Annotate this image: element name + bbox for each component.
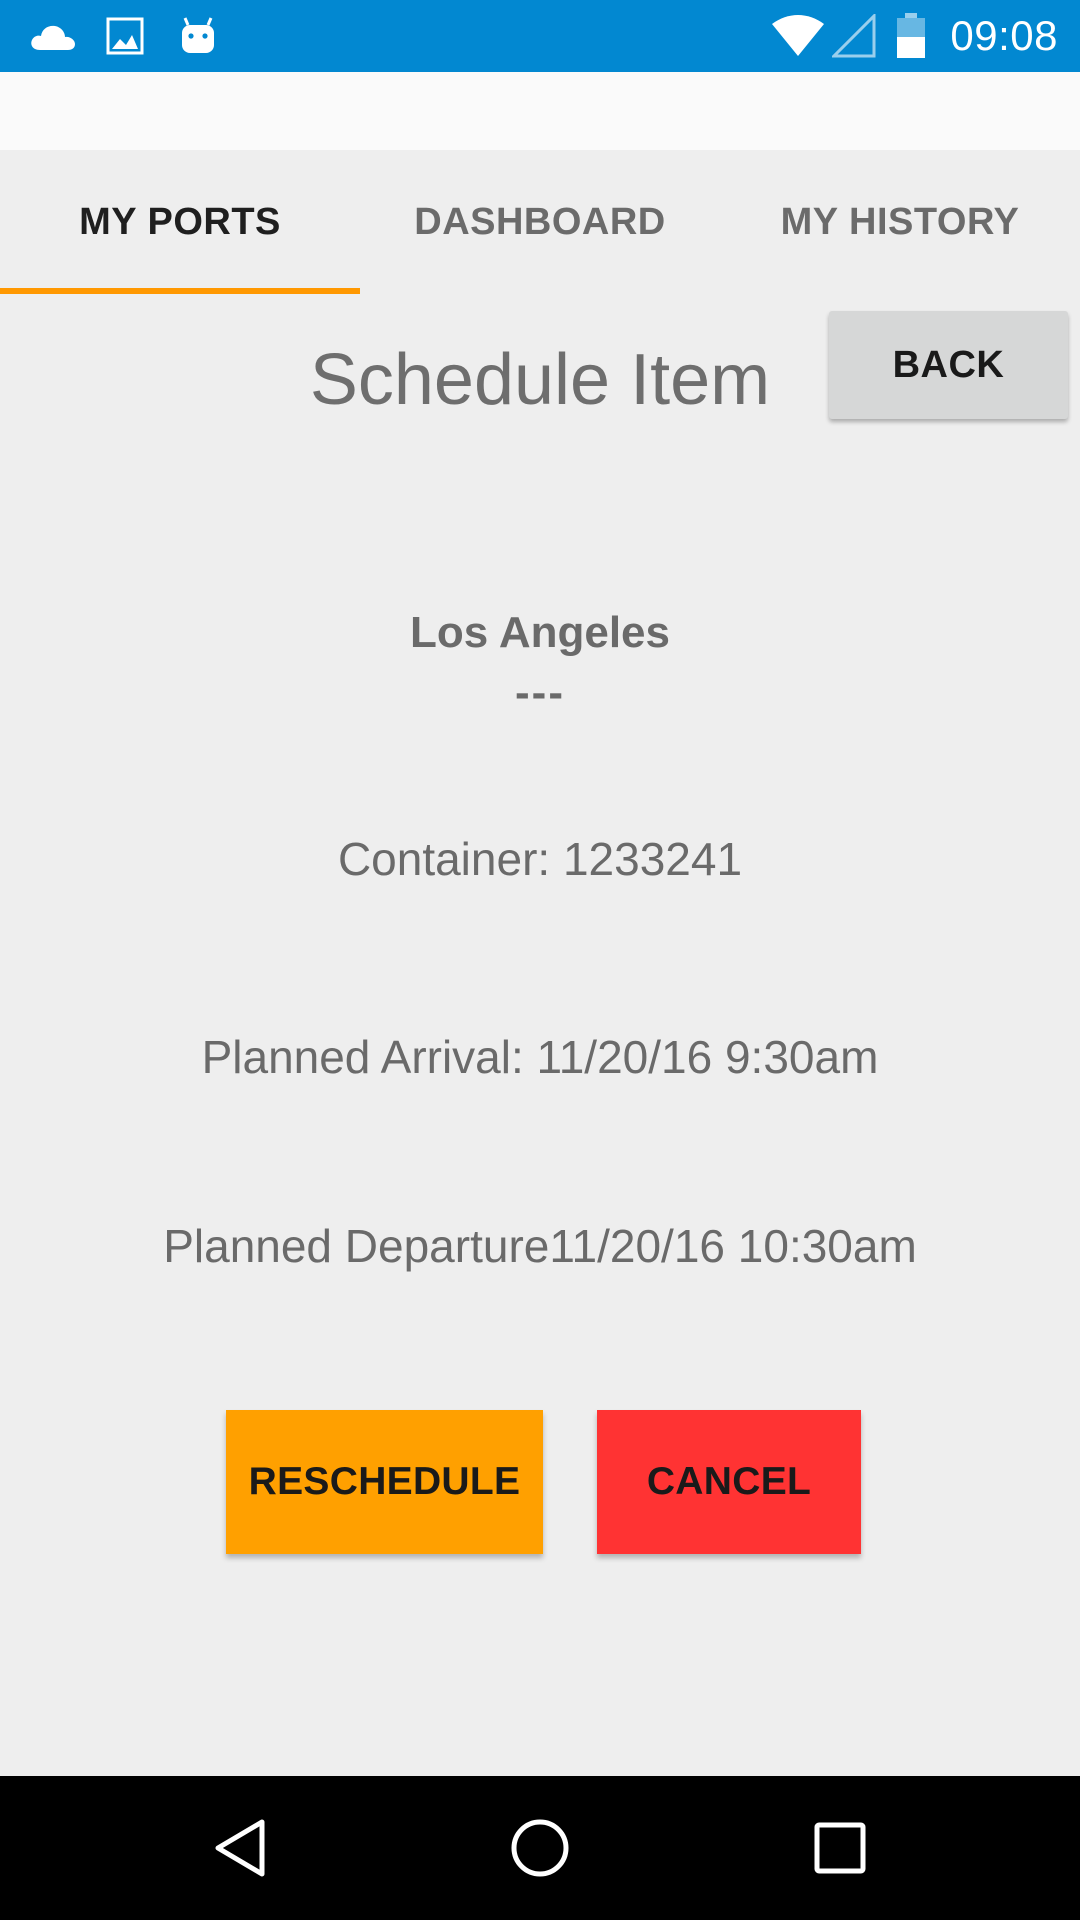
back-triangle-icon[interactable] bbox=[170, 1776, 310, 1920]
status-bar: 09:08 bbox=[0, 0, 1080, 72]
image-icon bbox=[106, 0, 144, 72]
tab-bar: MY PORTS DASHBOARD MY HISTORY bbox=[0, 150, 1080, 294]
wifi-icon bbox=[770, 0, 826, 72]
planned-departure: Planned Departure11/20/16 10:30am bbox=[163, 1220, 917, 1272]
container-info: Container: 1233241 bbox=[337, 833, 743, 885]
port-subtitle: --- bbox=[515, 668, 565, 717]
recents-square-icon[interactable] bbox=[770, 1776, 910, 1920]
cell-signal-icon bbox=[832, 0, 876, 72]
system-nav-bar bbox=[0, 1776, 1080, 1920]
tab-my-ports[interactable]: MY PORTS bbox=[0, 150, 360, 294]
back-button[interactable]: BACK bbox=[829, 311, 1068, 419]
home-circle-icon[interactable] bbox=[470, 1776, 610, 1920]
android-icon bbox=[178, 0, 218, 72]
port-name: Los Angeles bbox=[410, 608, 670, 657]
cloud-icon bbox=[28, 0, 78, 72]
battery-icon bbox=[896, 0, 926, 72]
active-tab-indicator bbox=[0, 288, 360, 294]
planned-arrival: Planned Arrival: 11/20/16 9:30am bbox=[201, 1031, 879, 1083]
cancel-button[interactable]: CANCEL bbox=[597, 1410, 861, 1554]
reschedule-button[interactable]: RESCHEDULE bbox=[226, 1410, 543, 1554]
app-toolbar bbox=[0, 72, 1080, 150]
clock: 09:08 bbox=[950, 12, 1058, 59]
tab-dashboard[interactable]: DASHBOARD bbox=[360, 150, 720, 294]
tab-my-history[interactable]: MY HISTORY bbox=[720, 150, 1080, 294]
